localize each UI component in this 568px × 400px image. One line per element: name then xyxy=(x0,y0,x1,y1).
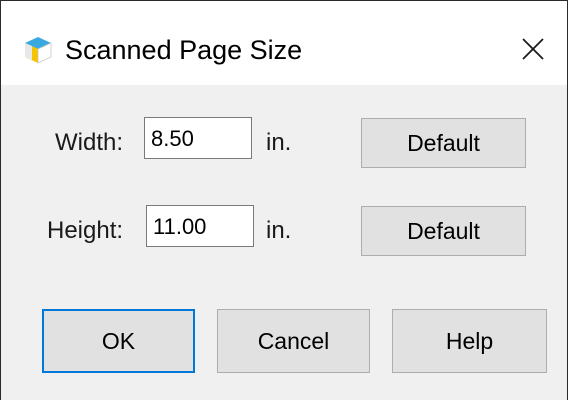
ok-button[interactable]: OK xyxy=(42,309,195,373)
height-input[interactable] xyxy=(146,205,254,247)
title-bar: Scanned Page Size xyxy=(1,1,567,85)
width-input[interactable] xyxy=(144,117,252,159)
scanned-page-size-dialog: Scanned Page Size Width: in. Default Hei… xyxy=(0,0,568,400)
window-title: Scanned Page Size xyxy=(65,35,303,65)
cancel-button[interactable]: Cancel xyxy=(217,309,370,373)
help-button[interactable]: Help xyxy=(392,309,547,373)
width-default-button[interactable]: Default xyxy=(361,118,526,168)
width-label: Width: xyxy=(55,129,124,156)
close-icon[interactable] xyxy=(515,31,551,67)
scanner-app-icon xyxy=(25,37,52,64)
width-unit-label: in. xyxy=(266,129,292,156)
height-label: Height: xyxy=(47,217,124,244)
height-unit-label: in. xyxy=(266,217,292,244)
height-default-button[interactable]: Default xyxy=(361,206,526,256)
